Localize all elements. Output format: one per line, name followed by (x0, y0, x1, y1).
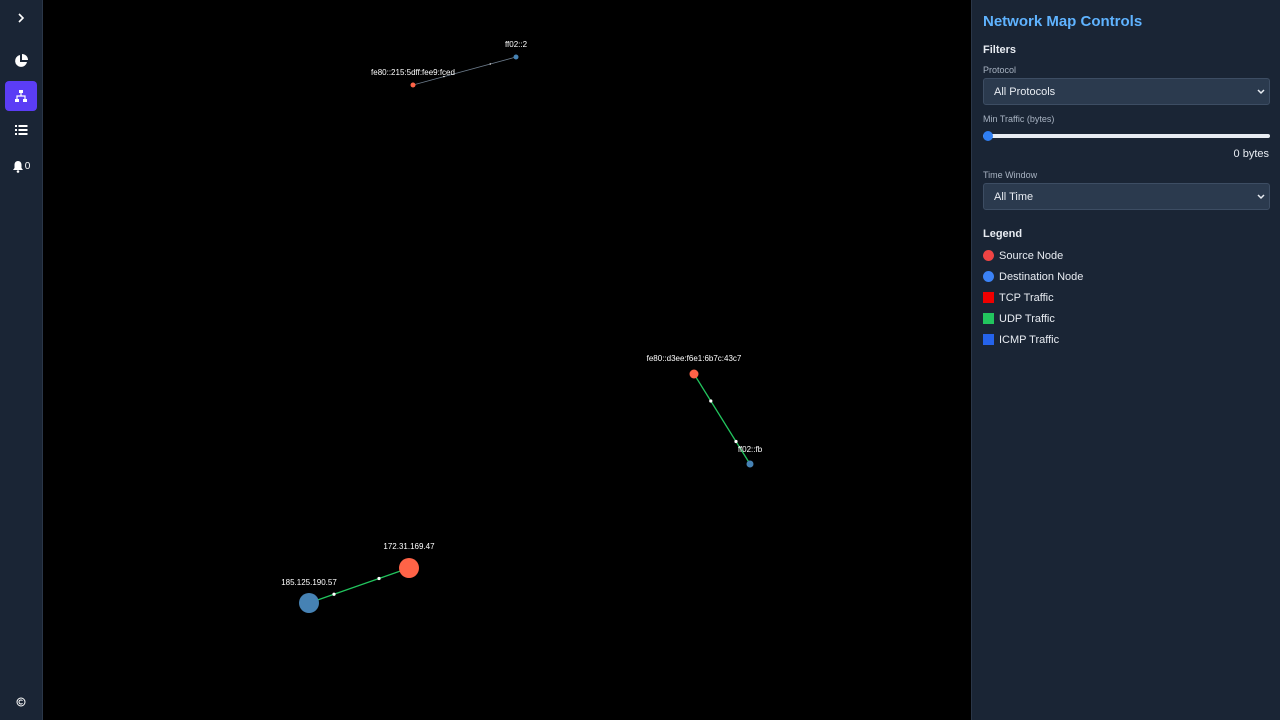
chevron-right-icon (18, 13, 25, 23)
control-panel: Network Map Controls Filters Protocol Al… (971, 0, 1280, 720)
destination-node[interactable] (513, 54, 519, 60)
legend-swatch (983, 271, 994, 282)
legend-swatch (983, 292, 994, 303)
traffic-particle (709, 399, 713, 403)
nav-list[interactable] (5, 115, 37, 145)
notification-count: 0 (24, 160, 31, 172)
legend-swatch (983, 250, 994, 261)
legend-item: ICMP Traffic (983, 329, 1269, 350)
nav-network-map[interactable] (5, 81, 37, 111)
destination-node[interactable] (299, 593, 319, 613)
source-node[interactable] (399, 558, 419, 578)
chevron-down-icon (1257, 88, 1265, 94)
traffic-particle (377, 576, 381, 581)
legend-swatch (983, 313, 994, 324)
min-traffic-slider[interactable] (983, 131, 1270, 141)
nav-notifications[interactable]: 0 (5, 151, 37, 181)
slider-thumb[interactable] (983, 131, 993, 141)
node-label: ff02::2 (505, 40, 528, 49)
legend: Source Node Destination Node TCP Traffic UD… (983, 245, 1269, 350)
legend-heading: Legend (983, 228, 1023, 240)
source-node[interactable] (410, 82, 416, 88)
min-traffic-value: 0 bytes (1233, 148, 1269, 160)
source-node[interactable] (689, 369, 699, 379)
legend-item: UDP Traffic (983, 308, 1269, 329)
nav-dashboard[interactable] (5, 46, 37, 76)
traffic-particle (734, 439, 738, 444)
legend-swatch (983, 334, 994, 345)
time-window-select-value: All Time (994, 190, 1034, 203)
legend-label: ICMP Traffic (999, 333, 1060, 346)
network-map-canvas[interactable]: ff02::2fe80::215:5dff:fee9:fcedfe80::d3e… (43, 0, 971, 720)
min-traffic-label: Min Traffic (bytes) (983, 114, 1055, 124)
copyright-icon (16, 697, 26, 707)
network-graph[interactable]: ff02::2fe80::215:5dff:fee9:fcedfe80::d3e… (43, 0, 971, 720)
legend-item: TCP Traffic (983, 287, 1269, 308)
panel-title: Network Map Controls (983, 13, 1143, 30)
bell-icon (12, 160, 23, 173)
protocol-select-value: All Protocols (994, 85, 1056, 98)
list-icon (15, 125, 28, 135)
node-label: 185.125.190.57 (281, 578, 337, 587)
traffic-particle (332, 592, 336, 596)
legend-item: Source Node (983, 245, 1269, 266)
legend-label: Destination Node (999, 270, 1084, 283)
footer-info (5, 687, 37, 717)
sidebar: 0 (0, 0, 43, 720)
legend-item: Destination Node (983, 266, 1269, 287)
network-icon (15, 90, 27, 102)
node-label: 172.31.169.47 (383, 542, 435, 551)
filters-heading: Filters (983, 44, 1017, 56)
time-window-select[interactable]: All Time (983, 183, 1270, 210)
chevron-down-icon (1257, 193, 1265, 199)
expand-sidebar-button[interactable] (5, 3, 37, 33)
protocol-select[interactable]: All Protocols (983, 78, 1270, 105)
time-window-label: Time Window (983, 170, 1038, 180)
traffic-particle (489, 63, 491, 65)
pie-chart-icon (15, 54, 28, 67)
node-label: ff02::fb (738, 445, 763, 454)
node-label: fe80::d3ee:f6e1:6b7c:43c7 (647, 354, 742, 363)
node-label: fe80::215:5dff:fee9:fced (371, 68, 455, 77)
destination-node[interactable] (746, 460, 754, 468)
slider-track (983, 134, 1270, 138)
legend-label: Source Node (999, 249, 1064, 262)
protocol-label: Protocol (983, 65, 1017, 75)
legend-label: UDP Traffic (999, 312, 1055, 325)
legend-label: TCP Traffic (999, 291, 1054, 304)
